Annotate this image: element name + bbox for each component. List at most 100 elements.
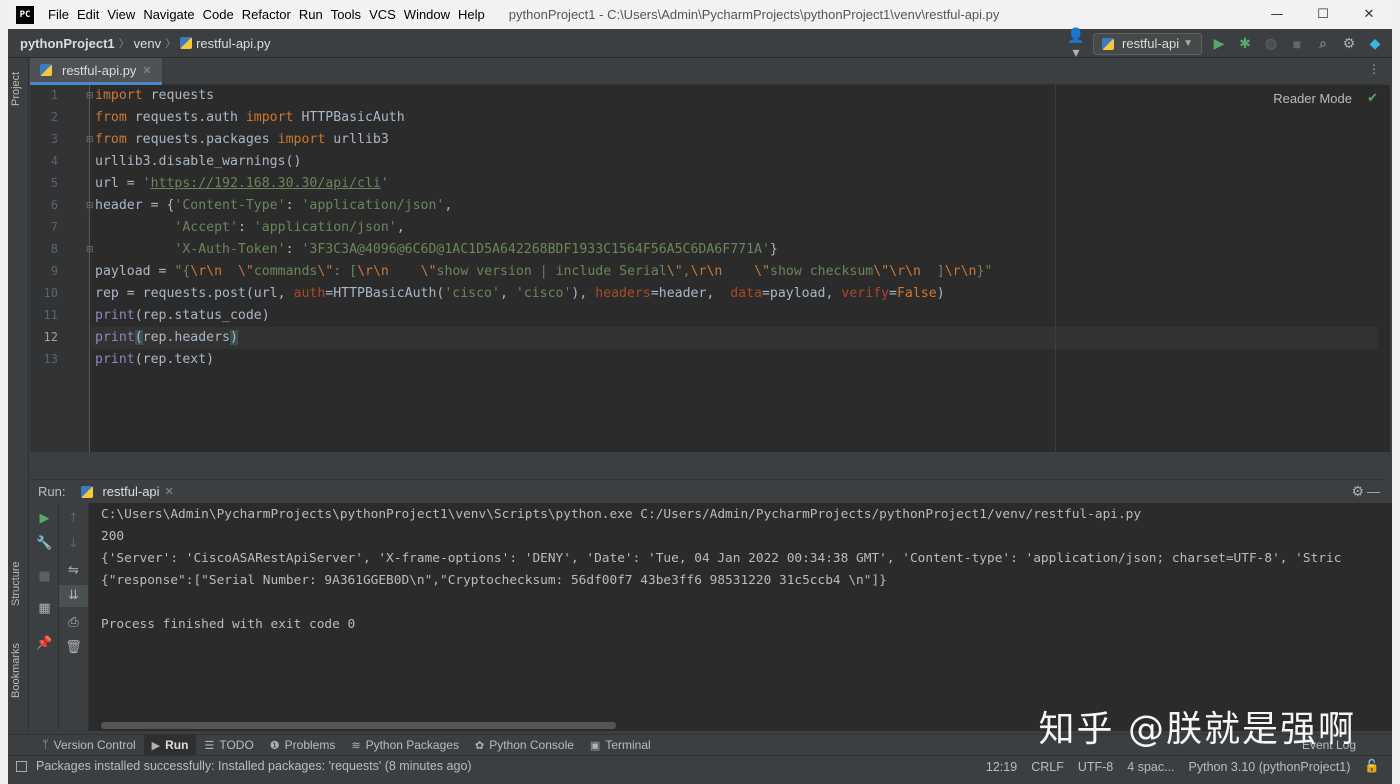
bookmarks-tool-button[interactable]: Bookmarks [10, 643, 22, 698]
menu-navigate[interactable]: Navigate [139, 7, 198, 22]
menu-tools[interactable]: Tools [327, 7, 365, 22]
caret-position[interactable]: 12:19 [986, 760, 1017, 774]
tool-problems[interactable]: ❶ Problems [262, 735, 344, 756]
line-number: 7 [50, 220, 58, 234]
soft-wrap-icon[interactable]: ⇋ [59, 563, 88, 578]
fold-marker-icon[interactable]: ⊟ [86, 135, 94, 145]
settings-gear-icon[interactable]: ⚙ [1340, 35, 1358, 52]
editor-tab-restful-api[interactable]: restful-api.py ✕ [30, 58, 162, 85]
code-line-4: urllib3.disable_warnings() [95, 154, 302, 169]
close-tab-icon[interactable]: ✕ [165, 485, 174, 498]
tool-terminal[interactable]: ▣ Terminal [582, 735, 659, 756]
scroll-to-end-icon[interactable]: ⇊ [59, 585, 88, 607]
breadcrumb-venv[interactable]: venv [130, 36, 165, 51]
tool-version-control[interactable]: ᛘ Version Control [34, 735, 144, 756]
python-file-icon [1102, 37, 1115, 50]
menu-code[interactable]: Code [199, 7, 238, 22]
branch-icon: ᛘ [42, 739, 49, 751]
fold-marker-icon[interactable]: ⊟ [86, 91, 94, 101]
tool-python-packages[interactable]: ≋ Python Packages [343, 735, 467, 756]
menu-vcs[interactable]: VCS [365, 7, 400, 22]
tool-python-console[interactable]: ✿ Python Console [467, 735, 582, 756]
run-tab-restful-api[interactable]: restful-api ✕ [81, 484, 174, 499]
code-line-12: print(rep.headers) [95, 330, 238, 345]
menu-refactor[interactable]: Refactor [238, 7, 295, 22]
python-file-icon [40, 64, 52, 76]
status-message[interactable]: Packages installed successfully: Install… [8, 759, 472, 773]
hide-panel-icon[interactable]: — [1367, 484, 1380, 499]
settings-gear-icon[interactable]: ⚙ [1351, 483, 1364, 500]
editor-tabs: restful-api.py ✕ ⋮ [30, 58, 1384, 85]
search-icon[interactable]: ⌕ [1314, 35, 1332, 52]
tool-todo[interactable]: ☰ TODO [196, 735, 261, 756]
menu-help[interactable]: Help [454, 7, 489, 22]
run-toolbar-primary: ▶ 🔧 ■ ▦ 📌 [30, 503, 59, 731]
indent-setting[interactable]: 4 spac... [1127, 760, 1174, 774]
menu-file[interactable]: File [44, 7, 73, 22]
play-icon: ▶ [151, 739, 161, 752]
coverage-icon[interactable]: ◍ [1262, 35, 1280, 52]
python-interpreter[interactable]: Python 3.10 (pythonProject1) [1189, 760, 1351, 774]
python-file-icon [81, 485, 94, 498]
info-icon: ❶ [269, 739, 280, 752]
run-configuration-select[interactable]: restful-api ▼ [1093, 32, 1202, 55]
trash-icon[interactable]: 🗑 [59, 640, 88, 655]
debug-icon[interactable]: ✱ [1236, 35, 1254, 52]
left-tool-stripe: Project Structure Bookmarks [8, 58, 29, 734]
fold-marker-icon[interactable]: ⊟ [86, 201, 94, 211]
line-gutter: 1 2 3 4 5 6 7 8 9 10 11 12 13 ⊟ ⊟ ⊟ ⊟ [30, 85, 94, 452]
stop-icon[interactable]: ■ [30, 569, 59, 584]
more-vertical-icon[interactable]: ⋮ [1368, 62, 1380, 76]
toggle-tool-windows-icon[interactable] [16, 761, 27, 772]
close-window-button[interactable]: ✕ [1346, 0, 1392, 29]
console-horizontal-scrollbar[interactable] [101, 722, 616, 729]
status-bar: Packages installed successfully: Install… [8, 755, 1392, 776]
fold-marker-icon[interactable]: ⊟ [86, 245, 94, 255]
jetbrains-toolbox-icon[interactable]: ◆ [1366, 35, 1384, 52]
file-encoding[interactable]: UTF-8 [1078, 760, 1113, 774]
inspection-ok-icon[interactable]: ✔ [1367, 91, 1378, 106]
tool-todo-label: TODO [219, 738, 254, 752]
print-icon[interactable]: ⎙ [59, 615, 88, 630]
close-tab-icon[interactable]: ✕ [142, 64, 151, 77]
breadcrumb-project[interactable]: pythonProject1 [8, 36, 119, 51]
run-panel-label: Run: [38, 484, 66, 499]
run-icon[interactable]: ▶ [1210, 35, 1228, 52]
line-number: 2 [50, 110, 58, 124]
arrow-down-icon[interactable]: ↓ [59, 536, 88, 551]
tool-run[interactable]: ▶ Run [143, 734, 197, 756]
layers-icon: ≋ [351, 739, 361, 752]
breadcrumb-file-label: restful-api.py [196, 35, 271, 51]
stop-icon[interactable]: ■ [1288, 36, 1306, 52]
reader-mode-toggle[interactable]: Reader Mode [1273, 91, 1352, 106]
run-toolbar-secondary: ↑ ↓ ⇋ ⇊ ⎙ 🗑 [59, 503, 89, 731]
layout-icon[interactable]: ▦ [30, 601, 59, 616]
code-editor[interactable]: 1 2 3 4 5 6 7 8 9 10 11 12 13 ⊟ ⊟ ⊟ ⊟ im… [30, 85, 1390, 452]
arrow-up-icon[interactable]: ↑ [59, 511, 88, 526]
menu-window[interactable]: Window [400, 7, 454, 22]
lock-icon[interactable]: 🔓 [1364, 759, 1380, 774]
breadcrumb-file[interactable]: restful-api.py [176, 36, 274, 51]
line-number: 11 [43, 308, 58, 322]
user-account-icon[interactable]: 👤▾ [1067, 27, 1085, 61]
wrench-icon[interactable]: 🔧 [30, 536, 59, 551]
code-line-11: print(rep.status_code) [95, 308, 270, 323]
run-console[interactable]: C:\Users\Admin\PycharmProjects\pythonPro… [89, 503, 1392, 731]
code-line-3: from requests.packages import urllib3 [95, 132, 389, 147]
line-number: 9 [50, 264, 58, 278]
editor-scrollbar[interactable] [1378, 85, 1390, 452]
structure-tool-button[interactable]: Structure [10, 561, 22, 606]
menu-run[interactable]: Run [295, 7, 327, 22]
minimize-button[interactable]: — [1254, 0, 1300, 29]
code-line-5: url = 'https://192.168.30.30/api/cli' [95, 176, 389, 191]
maximize-button[interactable]: ☐ [1300, 0, 1346, 29]
run-configuration-label: restful-api [1122, 36, 1180, 51]
chevron-down-icon: ▼ [1183, 38, 1193, 49]
project-tool-button[interactable]: Project [10, 72, 22, 106]
menu-view[interactable]: View [103, 7, 139, 22]
tool-python-console-label: Python Console [489, 738, 574, 752]
pin-icon[interactable]: 📌 [30, 636, 59, 651]
rerun-icon[interactable]: ▶ [30, 511, 59, 526]
menu-edit[interactable]: Edit [73, 7, 103, 22]
line-separator[interactable]: CRLF [1031, 760, 1064, 774]
